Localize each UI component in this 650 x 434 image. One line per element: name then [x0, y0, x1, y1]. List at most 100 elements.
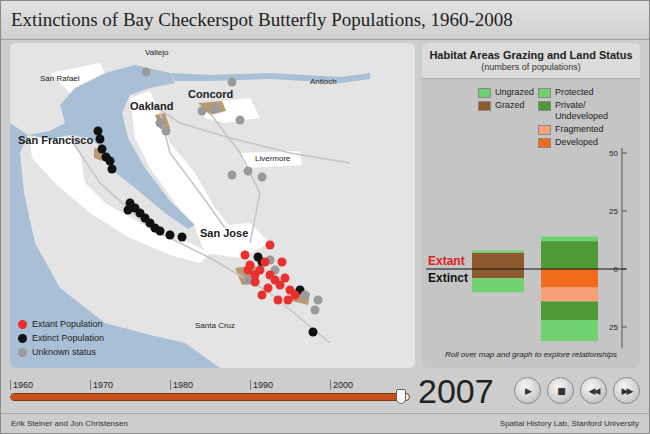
- city-label: Vallejo: [145, 48, 169, 57]
- playback-button[interactable]: ▶▶: [613, 377, 640, 404]
- population-dot[interactable]: [301, 291, 310, 300]
- population-dot[interactable]: [278, 258, 287, 267]
- extinct-segment[interactable]: [472, 269, 524, 278]
- population-dot[interactable]: [156, 119, 165, 128]
- chart-legend-item: Grazed: [478, 100, 538, 111]
- chart-legend-item: Protected: [538, 87, 640, 98]
- footer-credits: Erik Steiner and Jon Christensen: [11, 419, 128, 428]
- page-title: Extinctions of Bay Checkerspot Butterfly…: [11, 9, 513, 31]
- legend-swatch: [538, 125, 551, 135]
- map-legend-item: Extant Population: [18, 319, 104, 330]
- population-dot[interactable]: [211, 105, 220, 114]
- timeline-ticks: 19601970198019902000: [10, 380, 410, 390]
- timeline-tick: 1960: [10, 380, 90, 390]
- population-dot[interactable]: [241, 251, 250, 260]
- legend-dot: [18, 334, 27, 343]
- legend-column: Ungrazed Grazed: [478, 87, 538, 148]
- chart-legend-item: Developed: [538, 137, 640, 148]
- legend-swatch: [478, 101, 491, 111]
- population-dot[interactable]: [311, 306, 320, 315]
- map-legend-item: Unknown status: [18, 347, 104, 358]
- playback-button[interactable]: ▶: [514, 377, 541, 404]
- stacked-bar[interactable]: [541, 237, 598, 341]
- extant-segment[interactable]: [472, 250, 524, 252]
- chart-note: Roll over map and graph to explore relat…: [422, 350, 640, 359]
- city-label: San Rafael: [40, 74, 80, 83]
- chart-header: Habitat Areas Grazing and Land Status(nu…: [422, 43, 640, 79]
- map-panel[interactable]: Vallejo San Rafael Antioch Oakland Concord Sa…: [10, 43, 415, 368]
- axis-tick: 25: [609, 207, 627, 216]
- population-dot[interactable]: [251, 278, 260, 287]
- legend-column: ProtectedPrivate/ UndevelopedFragmentedD…: [538, 87, 640, 148]
- population-dot[interactable]: [258, 173, 267, 182]
- timeline-handle[interactable]: [396, 389, 406, 404]
- extinct-segment[interactable]: [541, 269, 598, 288]
- population-dot[interactable]: [228, 78, 237, 87]
- population-dot[interactable]: [98, 145, 107, 154]
- extant-segment[interactable]: [541, 237, 598, 242]
- footer: Erik Steiner and Jon ChristensenSpatial …: [1, 413, 649, 433]
- population-dot[interactable]: [198, 107, 207, 116]
- extinct-segment[interactable]: [541, 320, 598, 341]
- chart-legend: Ungrazed GrazedProtected Private/ Undevelo…: [422, 87, 640, 148]
- population-dot[interactable]: [178, 233, 187, 242]
- axis-tick: 50: [609, 149, 627, 158]
- city-label: Concord: [188, 88, 233, 100]
- extant-segment[interactable]: [541, 241, 598, 269]
- population-dot[interactable]: [266, 241, 275, 250]
- svg-text:50: 50: [609, 149, 618, 158]
- population-dot[interactable]: [314, 296, 323, 305]
- timeline-track[interactable]: [10, 393, 410, 401]
- population-dot[interactable]: [142, 68, 151, 77]
- population-dot[interactable]: [156, 227, 165, 236]
- app-frame: Extinctions of Bay Checkerspot Butterfly…: [0, 0, 650, 434]
- population-dot[interactable]: [96, 135, 105, 144]
- timeline-tick: 1970: [90, 380, 170, 390]
- city-label: Santa Cruz: [195, 321, 235, 330]
- axis-tick: 25: [609, 323, 627, 332]
- population-dot[interactable]: [274, 296, 283, 305]
- playback-button[interactable]: ■: [547, 377, 574, 404]
- extinct-segment[interactable]: [541, 301, 598, 320]
- population-dot[interactable]: [264, 284, 273, 293]
- stacked-bar-chart[interactable]: 5025025ExtantExtinct: [422, 148, 640, 348]
- playback-button[interactable]: ◀◀: [580, 377, 607, 404]
- legend-swatch: [538, 88, 551, 98]
- extinct-segment[interactable]: [472, 278, 524, 292]
- population-dot[interactable]: [228, 171, 237, 180]
- population-dot[interactable]: [108, 165, 117, 174]
- chart-legend-item: Private/ Undeveloped: [538, 100, 640, 122]
- legend-swatch: [538, 138, 551, 148]
- population-dot[interactable]: [244, 266, 253, 275]
- population-dot[interactable]: [256, 266, 265, 275]
- timeline-tick: 1980: [170, 380, 250, 390]
- city-label: Antioch: [310, 77, 337, 86]
- population-dot[interactable]: [106, 157, 115, 166]
- title-bar: Extinctions of Bay Checkerspot Butterfly…: [1, 1, 649, 40]
- timeline[interactable]: 19601970198019902000: [10, 380, 410, 401]
- population-dot[interactable]: [236, 116, 245, 125]
- city-label: San Jose: [200, 227, 248, 239]
- main-area: Vallejo San Rafael Antioch Oakland Concord Sa…: [1, 40, 649, 368]
- population-dot[interactable]: [284, 296, 293, 305]
- population-dot[interactable]: [166, 231, 175, 240]
- population-dot[interactable]: [261, 258, 270, 267]
- extant-label: Extant: [428, 254, 465, 268]
- legend-swatch: [478, 88, 491, 98]
- population-dot[interactable]: [244, 167, 253, 176]
- chart-legend-item: Ungrazed: [478, 87, 538, 98]
- playback-bar: 196019701980199020002007▶■◀◀▶▶: [1, 368, 649, 413]
- city-label: Oakland: [130, 100, 173, 112]
- city-label: Livermore: [255, 154, 291, 163]
- population-dot[interactable]: [94, 127, 103, 136]
- population-dot[interactable]: [258, 291, 267, 300]
- timeline-tick: 1990: [250, 380, 330, 390]
- stacked-bar[interactable]: [472, 250, 524, 292]
- extant-segment[interactable]: [472, 253, 524, 269]
- zero-line: [426, 268, 626, 269]
- population-dot[interactable]: [162, 127, 171, 136]
- population-dot[interactable]: [124, 206, 133, 215]
- extinct-segment[interactable]: [541, 288, 598, 302]
- population-dot[interactable]: [281, 274, 290, 283]
- population-dot[interactable]: [309, 328, 318, 337]
